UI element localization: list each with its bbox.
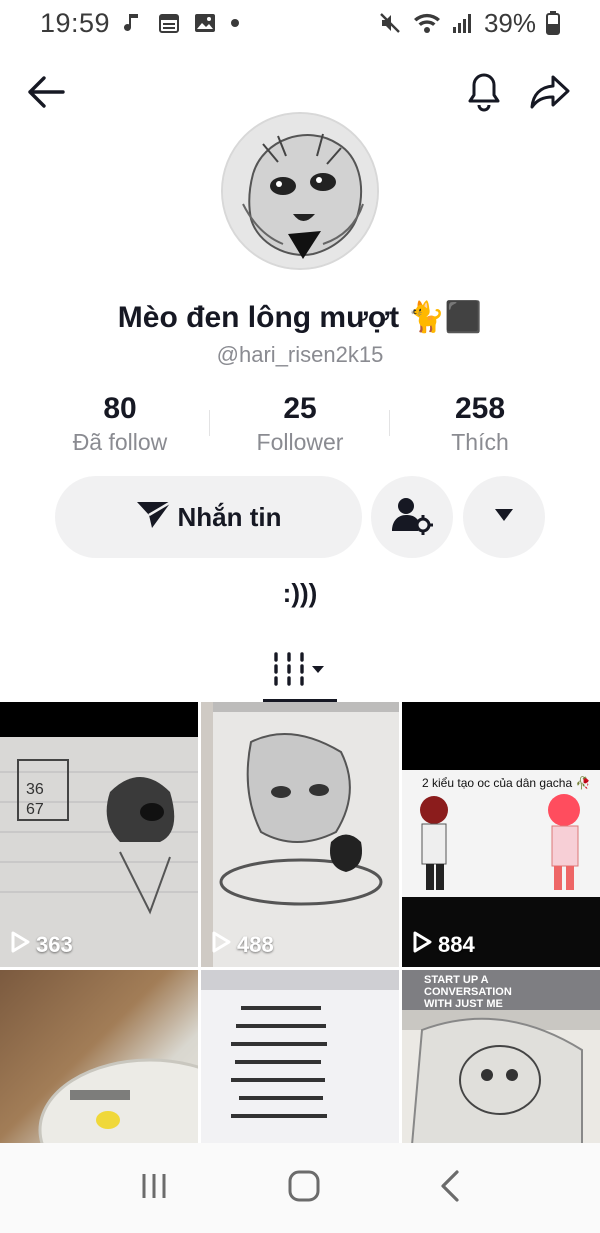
more-options-button[interactable] — [463, 476, 545, 558]
video-thumbnail — [410, 1017, 583, 1145]
chevron-down-icon — [494, 508, 514, 527]
video-thumbnail — [38, 1058, 198, 1145]
video-grid: 36 67 363 488 2 kiểu tạo oc của dân gach… — [0, 702, 600, 1145]
bell-icon — [466, 72, 502, 117]
profile-bio: :))) — [282, 578, 318, 608]
paper-plane-icon — [136, 498, 172, 537]
user-settings-icon — [390, 495, 434, 540]
video-thumbnail: 36 67 — [0, 759, 198, 915]
video-tile[interactable] — [201, 970, 399, 1145]
svg-text:67: 67 — [26, 801, 44, 818]
stat-followers-label: Follower — [256, 429, 344, 455]
username: @hari_risen2k15 — [216, 342, 384, 367]
status-right: 39% — [378, 8, 560, 39]
view-count: 363 — [10, 931, 73, 959]
stat-likes-count: 258 — [454, 392, 506, 425]
video-tile[interactable] — [0, 970, 198, 1145]
view-count-text: 488 — [237, 932, 274, 957]
recent-apps-button[interactable] — [139, 1171, 169, 1206]
display-name: Mèo đen lông mượt 🐈⬛ — [117, 301, 483, 334]
avatar-drawing — [223, 114, 377, 268]
video-tile[interactable]: 488 — [201, 702, 399, 967]
grid-videos-icon — [272, 651, 328, 692]
view-count-text: 363 — [36, 932, 73, 957]
notification-button[interactable] — [454, 62, 514, 126]
home-button[interactable] — [287, 1169, 321, 1208]
stat-followers-count: 25 — [283, 392, 317, 425]
stat-following-count: 80 — [103, 392, 137, 425]
gallery-icon — [194, 12, 216, 34]
battery-text: 39% — [483, 7, 536, 38]
mute-icon — [378, 11, 402, 35]
message-button[interactable]: Nhắn tin — [55, 476, 362, 558]
share-button[interactable] — [520, 62, 580, 126]
video-tile[interactable]: START UP A CONVERSATION WITH JUST ME — [402, 970, 600, 1145]
content-tab-bar — [0, 640, 600, 702]
view-count-text: 884 — [438, 932, 475, 957]
music-note-icon — [124, 11, 144, 35]
system-nav-bar — [0, 1143, 600, 1233]
video-thumbnail — [201, 702, 383, 967]
video-thumbnail — [231, 1006, 327, 1118]
stat-following[interactable]: 80 Đã follow — [30, 390, 210, 460]
message-button-label: Nhắn tin — [177, 501, 282, 532]
share-icon — [529, 73, 571, 116]
signal-icon — [452, 12, 474, 34]
video-tile[interactable]: 2 kiểu tạo oc của dân gacha 🥀 884 — [402, 702, 600, 967]
wifi-icon — [412, 11, 442, 35]
tab-videos[interactable] — [263, 640, 337, 702]
dot-icon — [230, 18, 240, 28]
stat-following-label: Đã follow — [72, 429, 168, 455]
play-icon — [211, 931, 231, 959]
system-back-button[interactable] — [439, 1169, 461, 1208]
stat-followers[interactable]: 25 Follower — [210, 390, 390, 460]
view-count: 884 — [412, 931, 475, 959]
play-icon — [10, 931, 30, 959]
battery-icon — [546, 11, 560, 35]
status-time: 19:59 — [40, 7, 111, 38]
view-count: 488 — [211, 931, 274, 959]
friend-settings-button[interactable] — [371, 476, 453, 558]
svg-text:36: 36 — [26, 781, 44, 798]
video-thumbnail — [420, 794, 580, 890]
status-left: 19:59 — [40, 8, 240, 39]
video-tile[interactable]: 36 67 363 — [0, 702, 198, 967]
back-button[interactable] — [16, 62, 76, 126]
profile-actions: Nhắn tin — [55, 476, 545, 558]
arrow-left-icon — [26, 75, 66, 114]
avatar[interactable] — [221, 112, 379, 270]
status-bar: 19:59 39% — [0, 0, 600, 46]
stat-likes[interactable]: 258 Thích — [390, 390, 570, 460]
stats-row: 80 Đã follow 25 Follower 258 Thích — [30, 390, 570, 460]
calendar-icon — [158, 12, 180, 34]
stat-likes-label: Thích — [451, 429, 509, 455]
play-icon — [412, 931, 432, 959]
